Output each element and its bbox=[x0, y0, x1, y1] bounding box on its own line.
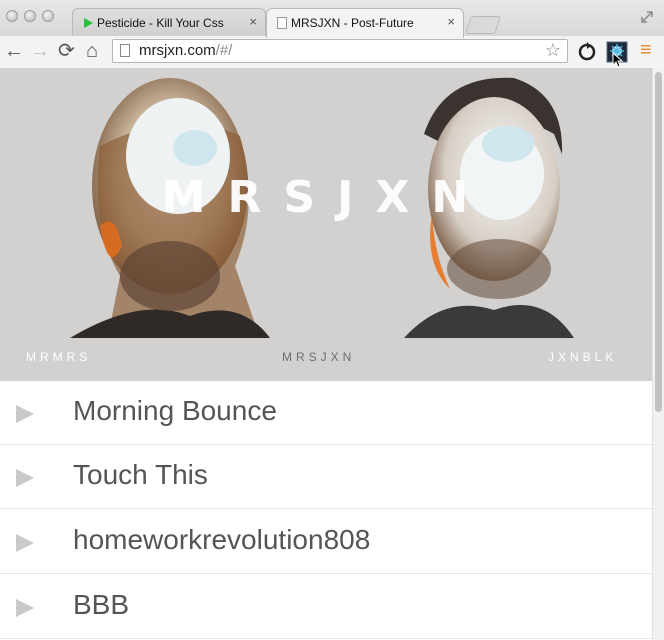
browser-tab-strip: Pesticide - Kill Your Css L × MRSJXN - P… bbox=[0, 0, 664, 38]
tab-title: MRSJXN - Post-Future bbox=[291, 16, 414, 30]
forward-icon[interactable]: → bbox=[30, 39, 50, 63]
chrome-menu-icon[interactable]: ≡ bbox=[640, 38, 652, 62]
track-title: homeworkrevolution808 bbox=[73, 524, 371, 555]
address-bar[interactable]: mrsjxn.com/#/ ☆ bbox=[112, 39, 568, 63]
mrmrs-link[interactable]: MRMRS bbox=[26, 350, 91, 364]
close-tab-icon[interactable]: × bbox=[249, 14, 257, 29]
tab-title: Pesticide - Kill Your Css L bbox=[97, 16, 227, 30]
play-icon[interactable] bbox=[16, 405, 34, 423]
scrollbar-thumb[interactable] bbox=[655, 72, 662, 412]
close-window-icon[interactable] bbox=[6, 10, 18, 22]
jxnblk-link[interactable]: JXNBLK bbox=[548, 350, 617, 364]
mrsjxn-label: MRSJXN bbox=[282, 350, 356, 364]
page-content: MRSJXN MRMRS MRSJXN JXNBLK Morning Bounc… bbox=[0, 68, 652, 640]
page-favicon-icon bbox=[277, 17, 287, 29]
bookmark-star-icon[interactable]: ☆ bbox=[545, 40, 561, 61]
new-tab-button[interactable] bbox=[465, 16, 501, 34]
back-icon[interactable]: ← bbox=[4, 39, 24, 63]
zoom-window-icon[interactable] bbox=[42, 10, 54, 22]
track-item[interactable]: Morning Bounce bbox=[0, 381, 652, 445]
mouse-cursor-icon bbox=[612, 52, 624, 68]
reload-icon[interactable]: ⟳ bbox=[58, 39, 75, 63]
track-item[interactable]: Touch This bbox=[0, 445, 652, 509]
hero-banner: MRSJXN MRMRS MRSJXN JXNBLK bbox=[0, 68, 652, 381]
tab-pesticide[interactable]: Pesticide - Kill Your Css L × bbox=[72, 8, 266, 38]
track-title: BBB bbox=[73, 589, 130, 620]
url-text: mrsjxn.com/#/ bbox=[139, 42, 233, 59]
track-title: Morning Bounce bbox=[73, 395, 277, 426]
play-icon[interactable] bbox=[16, 469, 34, 487]
sync-extension-icon[interactable] bbox=[576, 41, 598, 63]
track-title: Touch This bbox=[73, 459, 208, 490]
browser-toolbar: ← → ⟳ ⌂ mrsjxn.com/#/ ☆ ≡ bbox=[0, 36, 664, 69]
page-icon bbox=[120, 44, 130, 57]
minimize-window-icon[interactable] bbox=[24, 10, 36, 22]
play-icon[interactable] bbox=[16, 534, 34, 552]
track-item[interactable]: homeworkrevolution808 bbox=[0, 510, 652, 574]
close-tab-icon[interactable]: × bbox=[447, 14, 455, 29]
tab-mrsjxn[interactable]: MRSJXN - Post-Future × bbox=[266, 8, 464, 38]
hero-title: MRSJXN bbox=[161, 172, 491, 223]
track-item[interactable]: BBB bbox=[0, 575, 652, 639]
play-favicon-icon bbox=[84, 18, 93, 28]
fullscreen-icon[interactable] bbox=[640, 10, 654, 24]
home-icon[interactable]: ⌂ bbox=[86, 39, 98, 63]
play-icon[interactable] bbox=[16, 599, 34, 617]
vertical-scrollbar[interactable] bbox=[652, 68, 664, 640]
